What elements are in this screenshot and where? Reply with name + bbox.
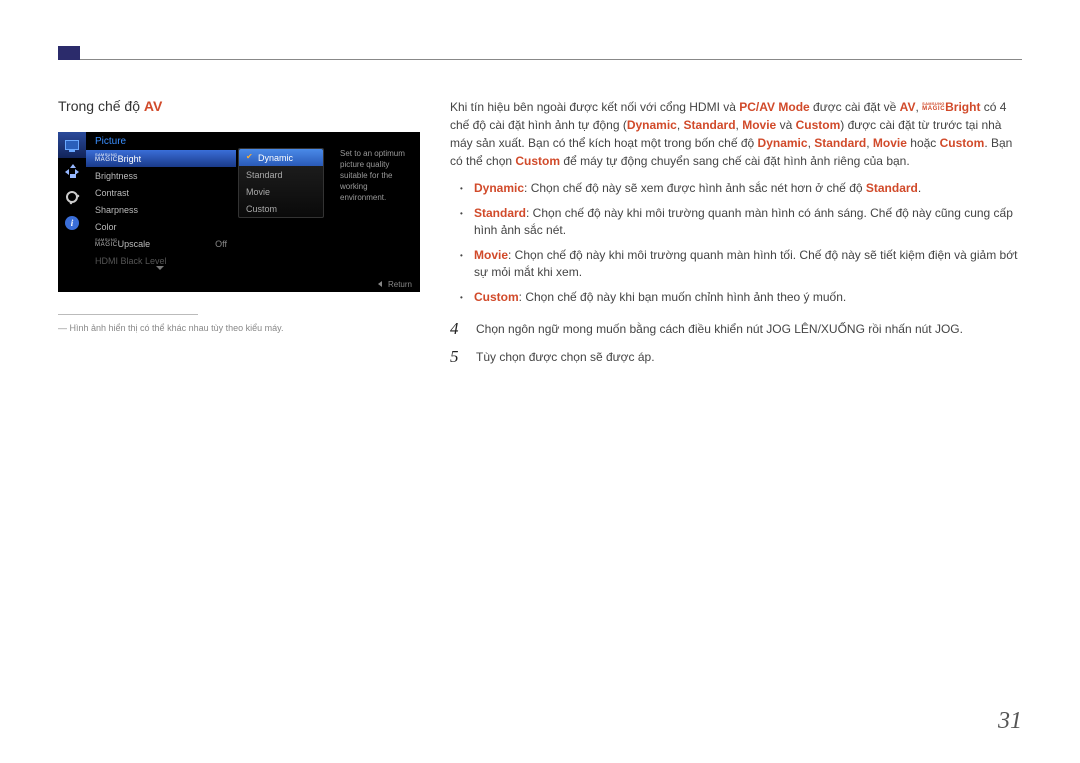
osd-item-label: Contrast xyxy=(95,188,129,198)
bullet-standard: Standard: Chọn chế độ này khi môi trường… xyxy=(460,205,1022,239)
section-title-prefix: Trong chế độ xyxy=(58,98,144,114)
scroll-down-icon xyxy=(156,266,164,270)
osd-size-icon xyxy=(58,158,86,184)
osd-sub-label: Movie xyxy=(246,187,270,197)
osd-sub-label: Dynamic xyxy=(258,153,293,163)
osd-return-label: Return xyxy=(388,280,412,289)
osd-item-value: Off xyxy=(215,239,227,249)
arrows-icon xyxy=(65,164,79,178)
header-accent-block xyxy=(58,46,80,60)
osd-item-contrast: Contrast xyxy=(86,184,236,201)
hl-bright: Bright xyxy=(945,100,980,114)
osd-item-label: HDMI Black Level xyxy=(95,256,167,266)
monitor-icon xyxy=(65,140,79,150)
check-icon xyxy=(246,154,254,162)
osd-sub-movie: Movie xyxy=(239,183,323,200)
info-icon: i xyxy=(65,216,79,230)
samsung-magic-logo: MAGIC xyxy=(95,153,118,163)
osd-sub-label: Standard xyxy=(246,170,283,180)
page-number: 31 xyxy=(998,708,1022,735)
osd-item-label: Brightness xyxy=(95,171,138,181)
osd-item-label: Sharpness xyxy=(95,205,138,215)
osd-sidebar: i xyxy=(58,132,86,274)
bullet-movie: Movie: Chọn chế độ này khi môi trường qu… xyxy=(460,247,1022,281)
mode-bullets: Dynamic: Chọn chế độ này sẽ xem được hìn… xyxy=(460,180,1022,306)
osd-item-brightness: Brightness xyxy=(86,167,236,184)
step-number: 5 xyxy=(450,348,464,366)
osd-item-label: Upscale xyxy=(118,239,151,249)
osd-submenu: Dynamic Standard Movie Custom xyxy=(238,148,324,218)
gear-icon xyxy=(66,191,78,203)
osd-item-magic-upscale: MAGICUpscale Off xyxy=(86,235,236,252)
note-text: ― Hình ảnh hiển thị có thể khác nhau tùy… xyxy=(58,323,420,333)
osd-main-menu: Picture MAGICBright Brightness Contrast … xyxy=(86,132,236,269)
section-title: Trong chế độ AV xyxy=(58,98,420,114)
osd-menu-title: Picture xyxy=(86,132,236,150)
osd-sub-label: Custom xyxy=(246,204,277,214)
osd-item-label: Color xyxy=(95,222,117,232)
osd-info-icon: i xyxy=(58,210,86,236)
osd-item-color: Color xyxy=(86,218,236,235)
step-text: Tùy chọn được chọn sẽ được áp. xyxy=(476,348,1022,366)
numbered-steps: 4 Chọn ngôn ngữ mong muốn bằng cách điều… xyxy=(450,320,1022,366)
osd-item-label: Bright xyxy=(118,154,142,164)
note-divider xyxy=(58,314,198,315)
content-area: Trong chế độ AV i Picture MAGICBright Br… xyxy=(58,98,1022,376)
osd-item-sharpness: Sharpness xyxy=(86,201,236,218)
hl-pcav-mode: PC/AV Mode xyxy=(739,100,809,114)
osd-picture-icon xyxy=(58,132,86,158)
osd-sub-custom: Custom xyxy=(239,200,323,217)
osd-screenshot: i Picture MAGICBright Brightness Contras… xyxy=(58,132,420,292)
back-arrow-icon xyxy=(378,281,382,287)
samsung-magic-logo: MAGIC xyxy=(922,102,945,112)
osd-sub-dynamic: Dynamic xyxy=(239,149,323,166)
osd-settings-icon xyxy=(58,184,86,210)
osd-info-panel: Set to an optimum picture quality suitab… xyxy=(332,148,420,203)
osd-sub-standard: Standard xyxy=(239,166,323,183)
left-column: Trong chế độ AV i Picture MAGICBright Br… xyxy=(58,98,420,376)
section-title-mode: AV xyxy=(144,98,162,114)
bullet-custom: Custom: Chọn chế độ này khi bạn muốn chỉ… xyxy=(460,289,1022,306)
right-column: Khi tín hiệu bên ngoài được kết nối với … xyxy=(450,98,1022,376)
hl-av: AV xyxy=(900,100,916,114)
bullet-dynamic: Dynamic: Chọn chế độ này sẽ xem được hìn… xyxy=(460,180,1022,197)
intro-paragraph: Khi tín hiệu bên ngoài được kết nối với … xyxy=(450,98,1022,170)
osd-item-magic-bright: MAGICBright xyxy=(86,150,236,167)
header-rule xyxy=(80,59,1022,60)
header-bar xyxy=(58,46,1022,60)
osd-footer: Return xyxy=(58,276,420,292)
step-4: 4 Chọn ngôn ngữ mong muốn bằng cách điều… xyxy=(450,320,1022,338)
step-5: 5 Tùy chọn được chọn sẽ được áp. xyxy=(450,348,1022,366)
samsung-magic-logo: MAGIC xyxy=(95,238,118,248)
step-text: Chọn ngôn ngữ mong muốn bằng cách điều k… xyxy=(476,320,1022,338)
step-number: 4 xyxy=(450,320,464,338)
